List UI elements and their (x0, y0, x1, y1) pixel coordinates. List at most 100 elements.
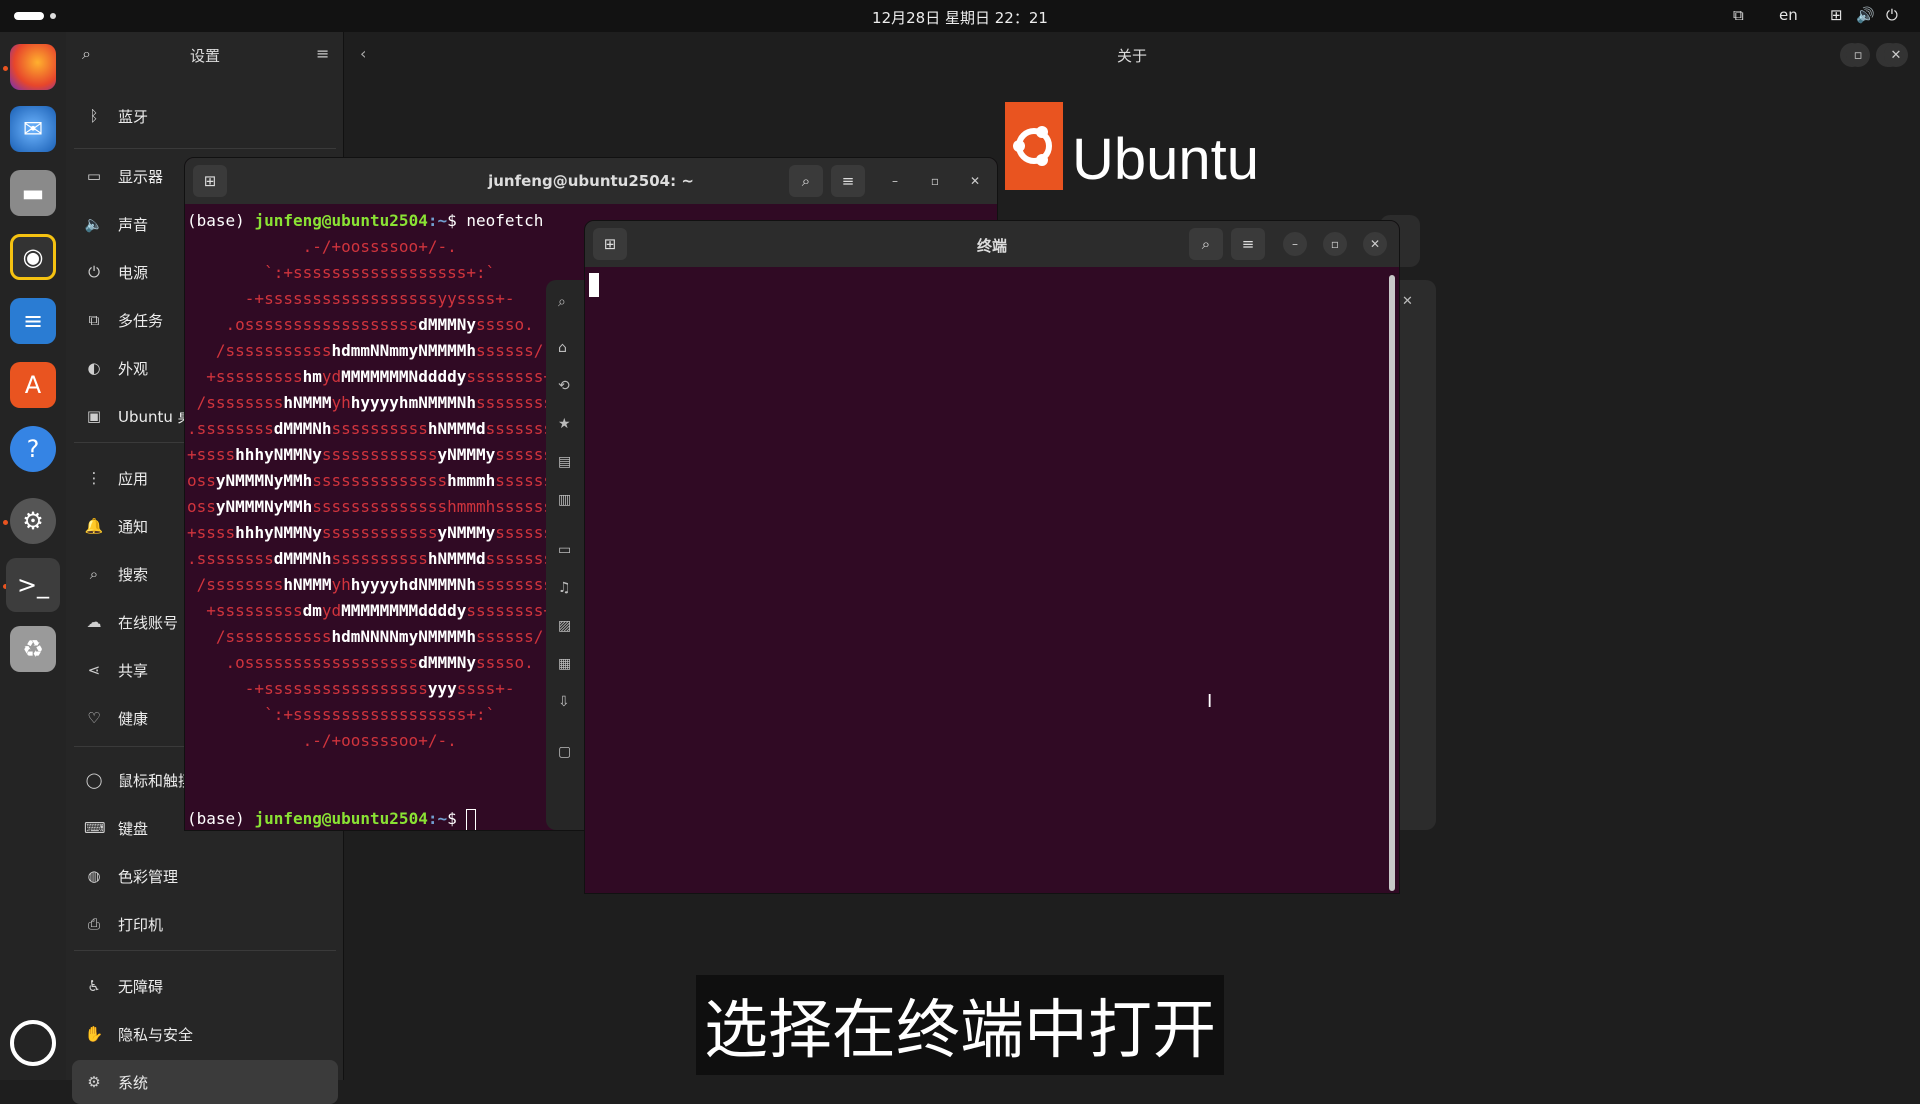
terminal-header: ⊞ 终端 ⌕ ≡ – ▫ ✕ (585, 221, 1399, 267)
writer-icon[interactable]: ≡ (10, 298, 56, 344)
privacy-icon: ✋ (84, 1025, 104, 1043)
trash-icon[interactable]: ▥ (558, 492, 571, 508)
mouse-pointer-icon: I (1207, 691, 1213, 712)
clock[interactable]: 12月28日 星期日 22：21 (0, 7, 1920, 28)
show-apps-icon[interactable] (10, 1020, 56, 1066)
search-icon[interactable]: ⌕ (1189, 228, 1223, 260)
sidebar-item[interactable]: ⎙ 打印机 (72, 902, 338, 946)
text-cursor (466, 808, 477, 830)
folder-icon[interactable]: ▢ (558, 744, 571, 760)
share-icon: ⋖ (87, 661, 101, 679)
sound-icon: 🔈 (84, 215, 104, 233)
close-button[interactable]: ✕ (1363, 232, 1387, 256)
sidebar-item-label: 搜索 (118, 565, 149, 584)
menu-icon[interactable]: ≡ (1231, 228, 1265, 260)
language-indicator[interactable]: en (1779, 6, 1798, 24)
power-icon[interactable]: ⏻ (1886, 6, 1898, 24)
terminal-title: junfeng@ubuntu2504: ~ (488, 172, 694, 190)
sidebar-item-label: 通知 (118, 517, 149, 536)
sidebar-item-label: 应用 (118, 469, 149, 488)
sidebar-item-label: 键盘 (118, 819, 149, 838)
appearance-icon: ◐ (87, 359, 101, 377)
terminal-header: ⊞ junfeng@ubuntu2504: ~ ⌕ ≡ – ▫ ✕ (185, 158, 997, 204)
app-center-icon[interactable]: A (10, 362, 56, 408)
main-header: ‹ 关于 – ▫ (344, 32, 1920, 78)
close-button[interactable]: ✕ (963, 169, 987, 193)
network-drive-icon[interactable]: ▤ (558, 454, 571, 470)
home-icon[interactable]: ⌂ (558, 340, 567, 356)
volume-icon[interactable]: 🔊 (1856, 6, 1875, 24)
ubuntu-desktop-icon: ▣ (86, 407, 102, 425)
sidebar-item[interactable]: ✋ 隐私与安全 (72, 1012, 338, 1056)
thunderbird-icon[interactable]: ✉ (10, 106, 56, 152)
maximize-button[interactable]: ▫ (923, 169, 947, 193)
bluetooth-icon: ᛒ (89, 107, 99, 125)
files-icon[interactable]: ▬ (10, 170, 56, 216)
sidebar-item-label: 电源 (118, 263, 149, 282)
terminal-title: 终端 (976, 237, 1007, 255)
video-subtitle: 选择在终端中打开 (696, 975, 1224, 1075)
terminal-icon[interactable]: >_ (6, 558, 60, 612)
menu-icon[interactable]: ≡ (316, 44, 329, 63)
firefox-icon[interactable] (10, 44, 56, 90)
sidebar-item-label: Ubuntu 桌 (118, 407, 193, 426)
menu-icon[interactable]: ≡ (831, 165, 865, 197)
sidebar-item-label: 隐私与安全 (118, 1025, 194, 1044)
sidebar-item[interactable]: ◍ 色彩管理 (72, 854, 338, 898)
rhythmbox-icon[interactable]: ◉ (10, 234, 56, 280)
sidebar-item-label: 外观 (118, 359, 149, 378)
sidebar-item-label: 色彩管理 (118, 867, 179, 886)
notification-icon: 🔔 (84, 517, 104, 535)
keyboard-icon: ⌨ (84, 819, 106, 837)
cloud-icon: ☁ (86, 613, 102, 631)
sidebar-item[interactable]: ♿ 无障碍 (72, 964, 338, 1008)
search-icon[interactable]: ⌕ (789, 165, 823, 197)
apps-icon: ⋮ (86, 469, 102, 487)
help-icon[interactable]: ? (10, 426, 56, 472)
network-icon[interactable]: ⊞ (1830, 6, 1843, 24)
sidebar-item-label: 声音 (118, 215, 149, 234)
sidebar-item-label: 鼠标和触摸 (118, 771, 194, 790)
printer-icon: ⎙ (87, 915, 100, 933)
search-icon: ⌕ (89, 565, 99, 583)
settings-title: 设置 (189, 47, 220, 65)
sidebar-separator (74, 950, 336, 951)
trash-icon[interactable]: ♻ (10, 626, 56, 672)
sidebar-item[interactable]: ᛒ 蓝牙 (72, 94, 338, 138)
sidebar-item-label: 无障碍 (118, 977, 164, 996)
minimize-button[interactable]: – (1283, 232, 1307, 256)
terminal-window-2[interactable]: ⊞ 终端 ⌕ ≡ – ▫ ✕ I (584, 220, 1400, 894)
settings-icon[interactable]: ⚙ (10, 498, 56, 544)
sidebar-item-label: 蓝牙 (118, 107, 149, 126)
maximize-button[interactable]: ▫ (1323, 232, 1347, 256)
running-indicator (3, 520, 8, 525)
page-title: 关于 (1116, 47, 1147, 65)
ubuntu-logo (1005, 102, 1063, 190)
search-icon[interactable]: ⌕ (558, 294, 566, 310)
power-icon: ⏻ (88, 263, 100, 281)
download-icon[interactable]: ⇩ (558, 694, 570, 710)
accessibility-icon: ♿ (87, 977, 101, 995)
sidebar-item-label: 系统 (118, 1073, 149, 1092)
music-icon[interactable]: ♫ (558, 580, 571, 596)
mouse-icon: ◯ (85, 771, 103, 789)
file-manager-sidebar: ⌕ ⌂ ⟲ ★ ▤ ▥ ▭ ♫ ▨ ▦ ⇩ ▢ (546, 280, 586, 830)
minimize-button[interactable]: – (883, 169, 907, 193)
sidebar-item-label: 多任务 (118, 311, 164, 330)
scrollbar[interactable] (1389, 275, 1395, 891)
document-icon[interactable]: ▭ (558, 542, 571, 558)
sidebar-item-label: 显示器 (118, 167, 164, 186)
star-icon[interactable]: ★ (558, 416, 571, 432)
extensions-icon[interactable]: ⧉ (1733, 6, 1744, 24)
video-icon[interactable]: ▦ (558, 656, 571, 672)
recent-icon[interactable]: ⟲ (558, 378, 570, 394)
sidebar-item-label: 共享 (118, 661, 149, 680)
restore-button[interactable]: ▫ (1846, 43, 1870, 67)
close-icon[interactable]: ✕ (1402, 294, 1413, 309)
close-button[interactable]: ✕ (1884, 43, 1908, 67)
sidebar-separator (74, 148, 336, 149)
sidebar-header: ⌕ 设置 ≡ (66, 32, 343, 78)
text-cursor (589, 273, 599, 297)
picture-icon[interactable]: ▨ (558, 618, 571, 634)
sidebar-item[interactable]: ⚙ 系统 (72, 1060, 338, 1104)
